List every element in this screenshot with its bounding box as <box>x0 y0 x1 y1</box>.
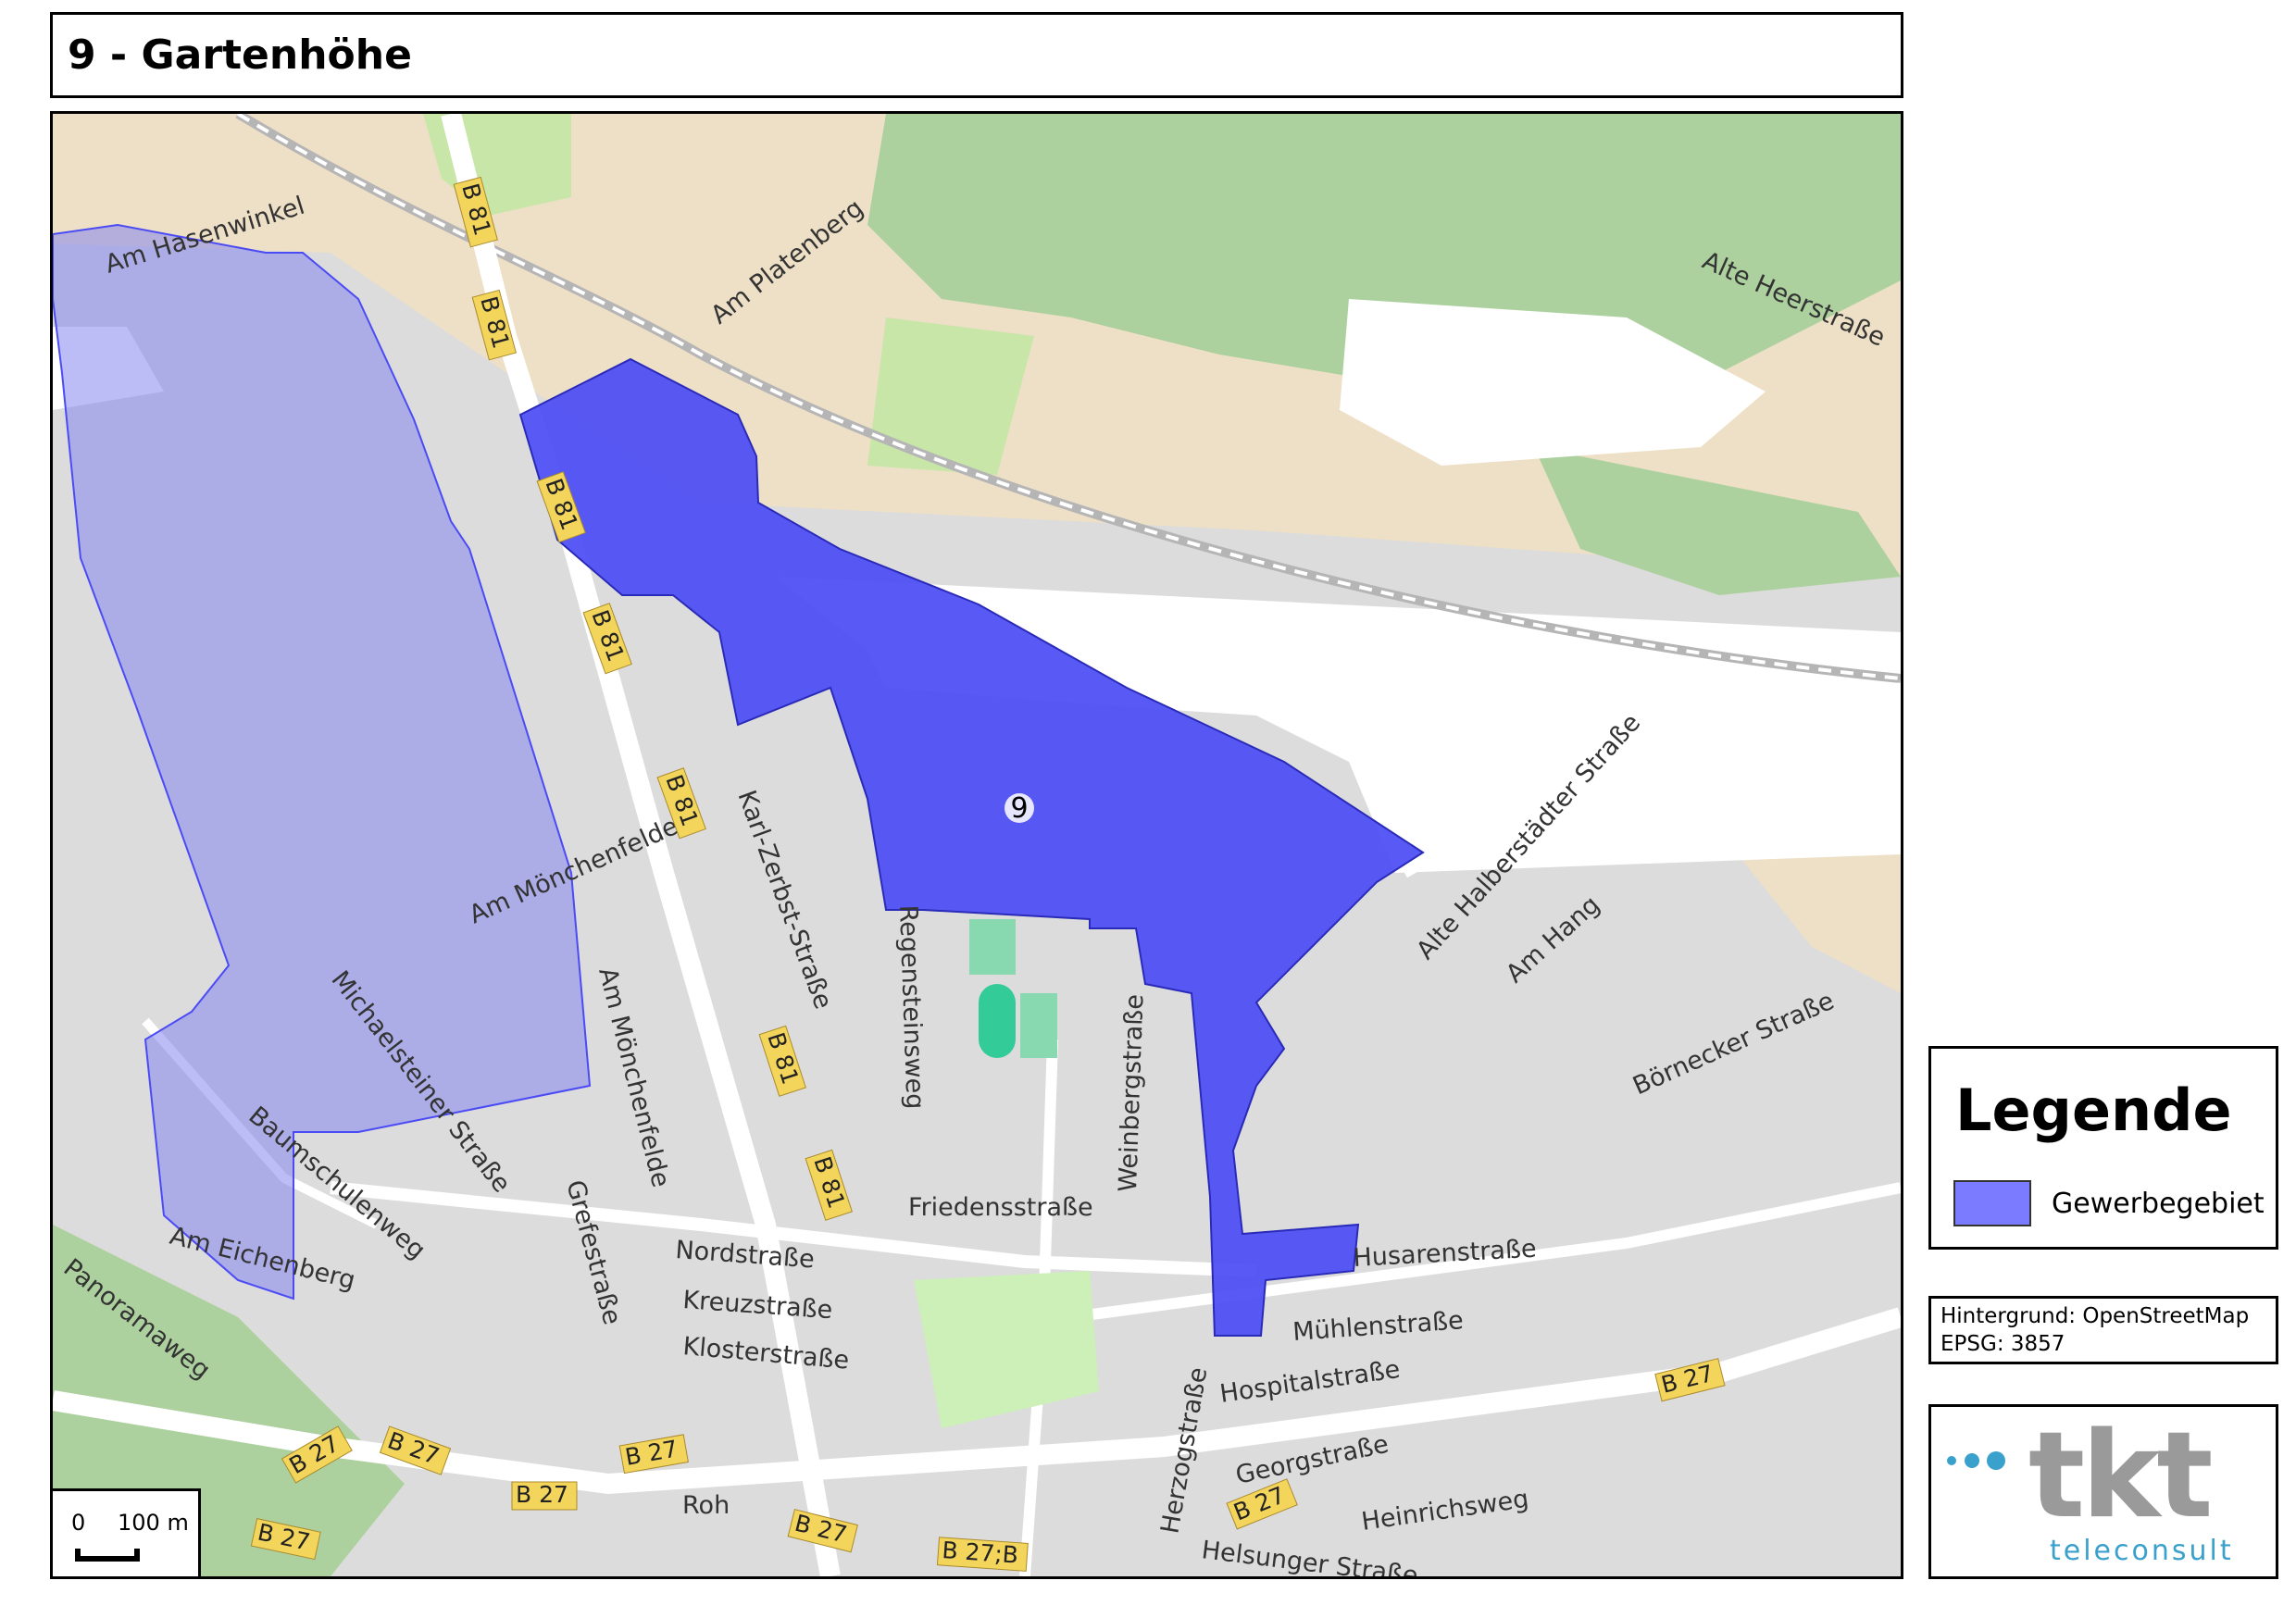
svg-text:B 27;B: B 27;B <box>942 1537 1019 1569</box>
scale-zero-label: 0 <box>71 1510 86 1536</box>
map-title: 9 - Gartenhöhe <box>68 31 412 79</box>
map-view[interactable]: 9 Am Hasenwinkel Am Platenberg Alte Heer… <box>50 111 1903 1579</box>
logo-wordmark: tkt <box>2028 1407 2213 1545</box>
source-background: Hintergrund: OpenStreetMap <box>1940 1304 2250 1328</box>
legend-title: Legende <box>1955 1077 2232 1144</box>
sports-field-1 <box>969 919 1016 975</box>
scale-distance-label: 100 m <box>118 1510 189 1536</box>
map-canvas[interactable]: 9 Am Hasenwinkel Am Platenberg Alte Heer… <box>53 114 1901 1576</box>
street-label-friedensstrasse: Friedensstraße <box>908 1193 1093 1222</box>
source-epsg: EPSG: 3857 <box>1940 1332 2065 1356</box>
legend-swatch-gewerbegebiet <box>1953 1180 2031 1226</box>
road-shield-b27: B 27 <box>511 1481 578 1511</box>
legend: Legende Gewerbegebiet <box>1928 1046 2278 1250</box>
road-shield-b27-b: B 27;B <box>936 1537 1029 1572</box>
scale-bar: 0 100 m <box>53 1488 201 1576</box>
logo-subtitle: teleconsult <box>2050 1535 2234 1567</box>
company-logo: tkt teleconsult <box>1928 1404 2278 1579</box>
title-box: 9 - Gartenhöhe <box>50 12 1903 98</box>
area-label: 9 <box>1010 792 1028 825</box>
scale-bar-graphic <box>75 1549 140 1562</box>
legend-label-gewerbegebiet: Gewerbegebiet <box>2052 1188 2265 1220</box>
svg-text:B 27: B 27 <box>516 1481 568 1508</box>
sports-field-2 <box>1020 993 1057 1058</box>
sports-track <box>979 984 1016 1058</box>
street-label-roh: Roh <box>682 1491 730 1520</box>
source-info: Hintergrund: OpenStreetMap EPSG: 3857 <box>1928 1296 2278 1364</box>
